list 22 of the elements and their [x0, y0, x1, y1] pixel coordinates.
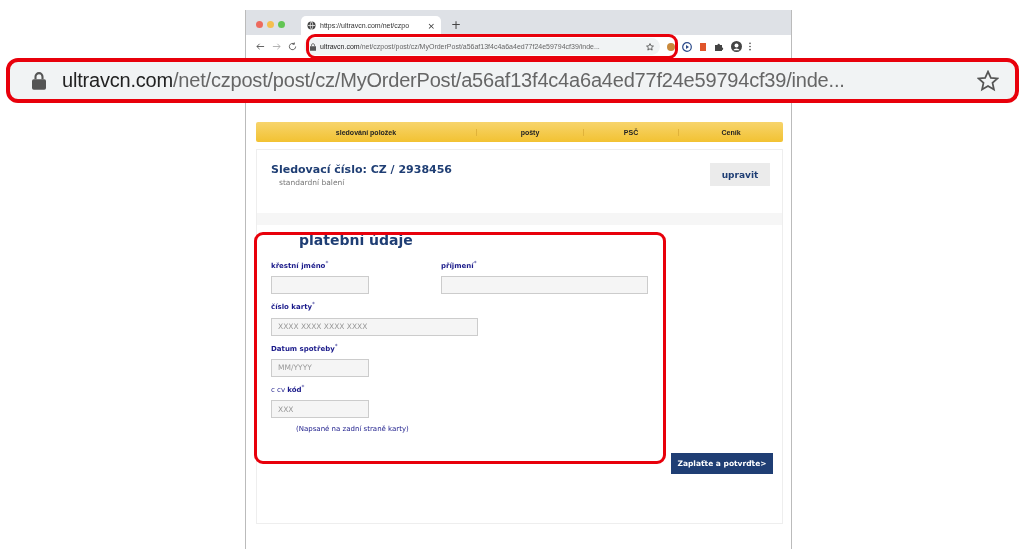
tracking-number-title: Sledovací číslo: CZ / 2938456: [271, 163, 452, 176]
url-text: ultravcn.com/net/czpost/post/cz/MyOrderPost/a56af13f4c4a6a4ed77f24e59794cf39/inde...: [62, 69, 846, 92]
new-tab-button[interactable]: +: [451, 17, 462, 32]
input-field[interactable]: [271, 276, 369, 295]
lock-icon: [32, 71, 46, 90]
back-icon[interactable]: [256, 42, 265, 51]
edit-button[interactable]: upravit: [710, 163, 770, 186]
lock-icon: [310, 42, 316, 51]
section-heading: platební údaje: [299, 232, 414, 248]
extension-badge-icon[interactable]: [699, 41, 707, 52]
cookie-icon[interactable]: [667, 42, 675, 51]
input-field[interactable]: [441, 276, 648, 295]
close-window-icon[interactable]: [256, 21, 263, 28]
play-circle-icon[interactable]: [682, 41, 692, 52]
bookmark-star-icon[interactable]: [646, 42, 654, 51]
close-tab-button[interactable]: ×: [427, 20, 435, 31]
profile-icon[interactable]: [731, 41, 742, 52]
reload-icon[interactable]: [288, 42, 297, 51]
forward-icon[interactable]: [272, 42, 281, 51]
star-icon: [977, 69, 999, 92]
globe-icon: [307, 21, 316, 30]
puzzle-icon[interactable]: [714, 41, 724, 52]
